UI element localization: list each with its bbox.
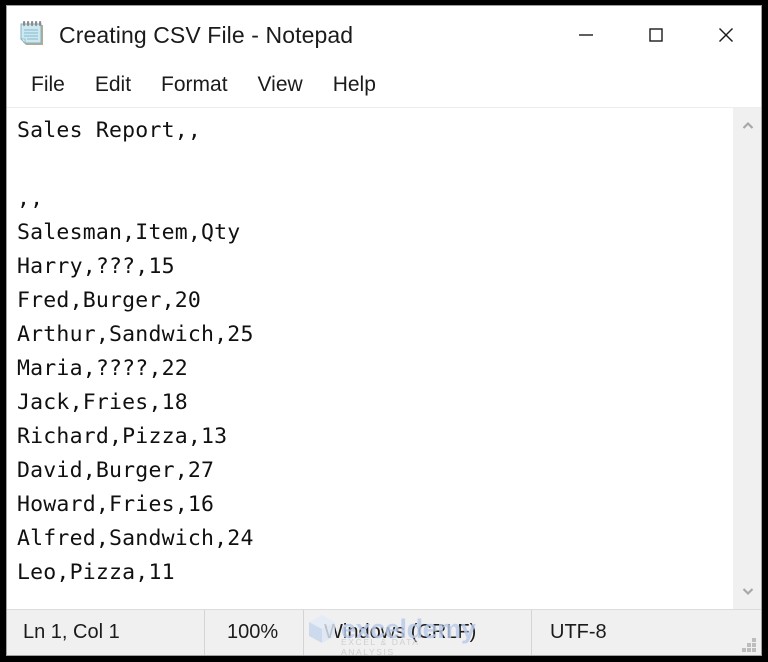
menu-bar: File Edit Format View Help: [7, 64, 761, 108]
minimize-button[interactable]: [551, 6, 621, 64]
menu-item-file[interactable]: File: [19, 71, 77, 101]
text-line: Richard,Pizza,13: [17, 424, 228, 449]
title-bar[interactable]: Creating CSV File - Notepad: [7, 6, 761, 64]
menu-item-view[interactable]: View: [246, 71, 315, 101]
screen-background: Creating CSV File - Notepad File Edit Fo…: [0, 0, 768, 662]
notepad-window: Creating CSV File - Notepad File Edit Fo…: [6, 5, 762, 656]
text-line: David,Burger,27: [17, 458, 215, 483]
window-controls: [551, 6, 761, 64]
scroll-up-button[interactable]: [734, 112, 762, 140]
status-encoding: UTF-8: [531, 610, 761, 655]
menu-item-edit[interactable]: Edit: [83, 71, 143, 101]
window-title: Creating CSV File - Notepad: [59, 21, 354, 48]
maximize-icon: [649, 28, 663, 42]
menu-item-format[interactable]: Format: [149, 71, 240, 101]
editor-area: Sales Report,, ,, Salesman,Item,Qty Harr…: [7, 108, 761, 609]
text-line: Jack,Fries,18: [17, 390, 188, 415]
text-line: Arthur,Sandwich,25: [17, 322, 254, 347]
chevron-down-icon: [742, 588, 753, 596]
text-line: Howard,Fries,16: [17, 492, 215, 517]
status-zoom-level[interactable]: 100%: [204, 610, 303, 655]
maximize-button[interactable]: [621, 6, 691, 64]
text-line: Alfred,Sandwich,24: [17, 526, 254, 551]
text-line: Maria,????,22: [17, 356, 188, 381]
resize-grip[interactable]: [742, 638, 756, 652]
text-line: Harry,???,15: [17, 254, 175, 279]
notepad-icon: [15, 18, 49, 52]
status-bar: Ln 1, Col 1 100% Windows (CRLF) UTF-8: [7, 609, 761, 655]
status-line-ending: Windows (CRLF): [303, 610, 531, 655]
text-line: [17, 148, 733, 182]
text-line: Sales Report,,: [17, 118, 202, 143]
text-line: Leo,Pizza,11: [17, 560, 175, 585]
close-button[interactable]: [691, 6, 761, 64]
vertical-scrollbar[interactable]: [733, 108, 761, 609]
scroll-down-button[interactable]: [734, 577, 762, 605]
text-line: ,,: [17, 186, 44, 211]
menu-item-help[interactable]: Help: [321, 71, 388, 101]
text-line: Fred,Burger,20: [17, 288, 202, 313]
minimize-icon: [579, 34, 593, 36]
scrollbar-track[interactable]: [734, 140, 761, 577]
status-cursor-position: Ln 1, Col 1: [23, 621, 120, 643]
chevron-up-icon: [742, 121, 753, 129]
text-editor[interactable]: Sales Report,, ,, Salesman,Item,Qty Harr…: [7, 108, 733, 609]
close-icon: [719, 28, 733, 42]
text-line: Salesman,Item,Qty: [17, 220, 241, 245]
